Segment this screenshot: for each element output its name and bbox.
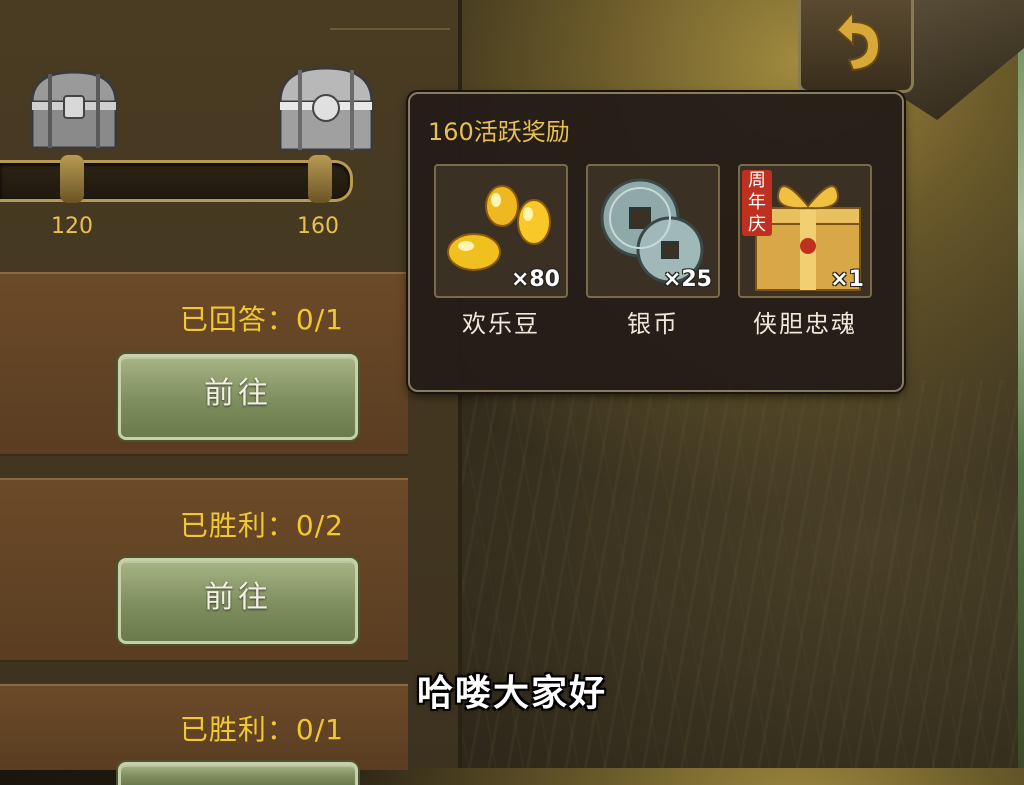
reward-name: 欢乐豆	[462, 310, 540, 338]
corner-ornament	[900, 0, 1024, 120]
task-status: 已胜利：0/2	[179, 509, 344, 542]
back-arrow-icon	[835, 9, 881, 72]
activity-panel: 120 160 已回答：0/1 前往 已胜利：0/2 前往 已胜利：0/1	[0, 0, 462, 785]
reward-item[interactable]: ×80 欢乐豆	[434, 164, 568, 339]
reward-slot: ×25	[586, 164, 720, 298]
popup-title: 160活跃奖励	[428, 118, 570, 146]
reward-slot: 周年庆 ×1	[738, 164, 872, 298]
background-edge	[1018, 0, 1024, 768]
task-row: 已胜利：0/2 前往	[0, 478, 408, 662]
go-button[interactable]: 前往	[118, 354, 358, 440]
reward-quantity: ×1	[830, 267, 864, 292]
reward-quantity: ×25	[662, 267, 712, 292]
task-row: 已回答：0/1 前往	[0, 272, 408, 456]
go-button[interactable]: 前往	[118, 558, 358, 644]
video-subtitle: 哈喽大家好	[416, 673, 607, 714]
anniversary-badge: 周年庆	[742, 170, 772, 236]
reward-item[interactable]: 周年庆 ×1 侠胆忠魂	[738, 164, 872, 339]
task-status: 已回答：0/1	[179, 303, 344, 336]
go-button[interactable]	[118, 762, 358, 785]
milestone-label-160: 160	[297, 214, 339, 239]
milestone-label-120: 120	[51, 214, 93, 239]
silver-chest-icon-160[interactable]	[272, 62, 374, 154]
activity-progress-bar	[0, 155, 353, 203]
reward-popup: 160活跃奖励 ×80 欢乐豆 ×25 银币 周年庆 ×1 侠胆忠魂	[408, 92, 904, 392]
back-button[interactable]	[798, 0, 914, 93]
reward-name: 侠胆忠魂	[753, 310, 857, 338]
progress-node-120	[60, 155, 84, 203]
panel-ornament	[330, 0, 450, 30]
progress-node-160	[308, 155, 332, 203]
reward-name: 银币	[627, 310, 679, 338]
reward-slot: ×80	[434, 164, 568, 298]
silver-chest-icon-120[interactable]	[24, 64, 124, 156]
reward-quantity: ×80	[510, 267, 560, 292]
reward-item[interactable]: ×25 银币	[586, 164, 720, 339]
